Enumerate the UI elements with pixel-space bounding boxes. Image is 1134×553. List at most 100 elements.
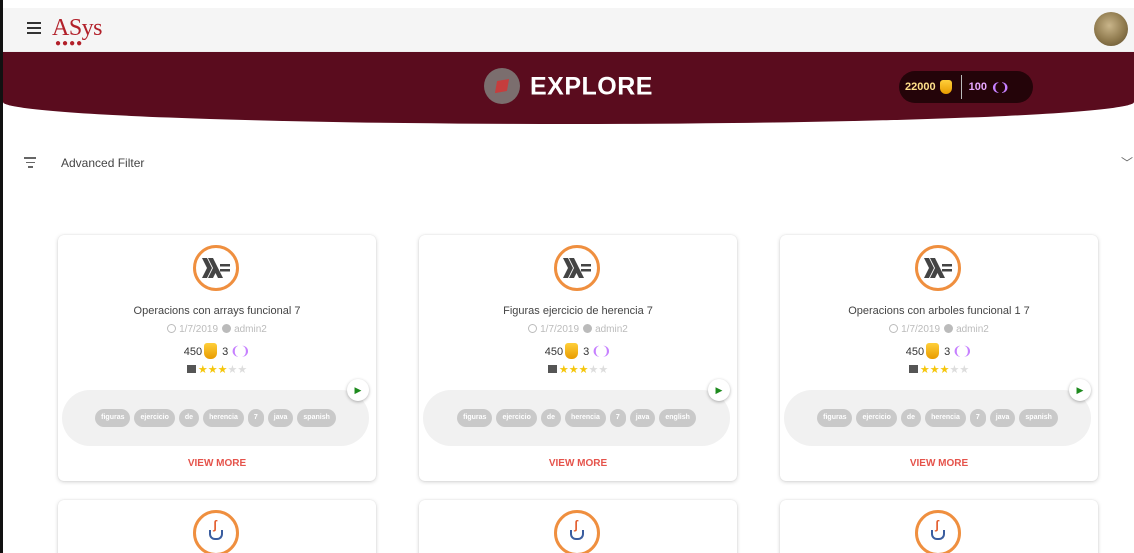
star-empty-icon: ★ bbox=[598, 364, 609, 376]
haskell-icon bbox=[915, 245, 961, 291]
star-icon: ★ bbox=[568, 364, 579, 376]
star-empty-icon: ★ bbox=[237, 364, 248, 376]
coin-icon bbox=[565, 343, 579, 359]
coins-value: 22000 bbox=[905, 81, 936, 93]
exercise-card: ʃ bbox=[58, 500, 376, 553]
wings-icon: ❨❩ bbox=[952, 344, 973, 358]
logo-dots: ●●●● bbox=[55, 38, 84, 49]
clock-icon bbox=[528, 324, 538, 333]
star-empty-icon: ★ bbox=[959, 364, 970, 376]
chevron-down-icon[interactable]: ﹀ bbox=[1121, 154, 1133, 171]
star-empty-icon: ★ bbox=[949, 364, 960, 376]
tag-chip[interactable]: java bbox=[989, 409, 1016, 427]
tags-list: figuras ejercicio de herencia 7 java spa… bbox=[784, 390, 1091, 446]
reward-coins: 450 bbox=[905, 346, 925, 358]
user-icon bbox=[944, 324, 954, 333]
image-icon bbox=[908, 365, 918, 373]
star-icon: ★ bbox=[217, 364, 228, 376]
tag-chip[interactable]: herencia bbox=[565, 409, 606, 427]
exercise-meta: 1/7/2019 admin2 bbox=[58, 324, 376, 335]
star-icon: ★ bbox=[578, 364, 589, 376]
star-icon: ★ bbox=[197, 364, 208, 376]
tag-chip[interactable]: de bbox=[900, 409, 922, 427]
tag-chip[interactable]: java bbox=[629, 409, 656, 427]
clock-icon bbox=[167, 324, 177, 333]
filter-icon[interactable] bbox=[24, 157, 36, 168]
exercise-reward: 450 3 ❨❩ bbox=[780, 343, 1098, 359]
reward-lives: 3 bbox=[222, 346, 229, 358]
tag-chip[interactable]: herencia bbox=[925, 409, 966, 427]
exercise-author: admin2 bbox=[956, 324, 989, 335]
exercise-rating: ★★★★★ bbox=[419, 363, 737, 376]
tag-chip[interactable]: spanish bbox=[297, 409, 336, 427]
exercise-title: Figuras ejercicio de herencia 7 bbox=[503, 305, 653, 317]
exercise-card: Operacions con arrays funcional 7 1/7/20… bbox=[58, 235, 376, 481]
exercise-date: 1/7/2019 bbox=[901, 324, 941, 335]
reward-coins: 450 bbox=[544, 346, 564, 358]
exercise-meta: 1/7/2019 admin2 bbox=[780, 324, 1098, 335]
tags-list: figuras ejercicio de herencia 7 java eng… bbox=[423, 390, 730, 446]
view-more-button[interactable]: VIEW MORE bbox=[419, 458, 737, 469]
lives-counter: 100 ❨❩ bbox=[969, 81, 1010, 94]
exercise-reward: 450 3 ❨❩ bbox=[58, 343, 376, 359]
star-empty-icon: ★ bbox=[227, 364, 238, 376]
exercise-date: 1/7/2019 bbox=[179, 324, 219, 335]
coins-counter: 22000 bbox=[899, 80, 952, 94]
star-icon: ★ bbox=[558, 364, 569, 376]
compass-icon bbox=[484, 68, 520, 104]
user-icon bbox=[583, 324, 593, 333]
tag-chip[interactable]: figuras bbox=[95, 409, 131, 427]
exercise-meta: 1/7/2019 admin2 bbox=[419, 324, 737, 335]
tag-chip[interactable]: herencia bbox=[203, 409, 244, 427]
exercise-card: Operacions con arboles funcional 1 7 1/7… bbox=[780, 235, 1098, 481]
page-header-banner: EXPLORE 22000 100 ❨❩ bbox=[3, 52, 1134, 124]
lives-value: 100 bbox=[968, 81, 987, 93]
exercise-author: admin2 bbox=[595, 324, 628, 335]
clock-icon bbox=[889, 324, 899, 333]
star-icon: ★ bbox=[929, 364, 940, 376]
tag-chip[interactable]: ejercicio bbox=[856, 409, 897, 427]
play-button[interactable]: ▶ bbox=[708, 379, 730, 401]
tags-list: figuras ejercicio de herencia 7 java spa… bbox=[62, 390, 369, 446]
coin-icon bbox=[926, 343, 940, 359]
java-icon: ʃ bbox=[193, 510, 239, 553]
tag-chip[interactable]: 7 bbox=[969, 409, 986, 427]
user-avatar[interactable] bbox=[1094, 12, 1128, 46]
stats-divider bbox=[960, 75, 962, 99]
reward-lives: 3 bbox=[583, 346, 590, 358]
tag-chip[interactable]: de bbox=[178, 409, 200, 427]
image-icon bbox=[186, 365, 196, 373]
play-button[interactable]: ▶ bbox=[1069, 379, 1091, 401]
reward-lives: 3 bbox=[944, 346, 951, 358]
java-icon: ʃ bbox=[915, 510, 961, 553]
view-more-button[interactable]: VIEW MORE bbox=[780, 458, 1098, 469]
advanced-filter-toggle[interactable]: Advanced Filter bbox=[61, 156, 144, 170]
view-more-button[interactable]: VIEW MORE bbox=[58, 458, 376, 469]
tag-chip[interactable]: java bbox=[267, 409, 294, 427]
image-icon bbox=[547, 365, 557, 373]
play-button[interactable]: ▶ bbox=[347, 379, 369, 401]
star-empty-icon: ★ bbox=[588, 364, 599, 376]
exercise-card: ʃ bbox=[419, 500, 737, 553]
tag-chip[interactable]: ejercicio bbox=[496, 409, 537, 427]
tag-chip[interactable]: 7 bbox=[247, 409, 264, 427]
wings-icon: ❨❩ bbox=[990, 81, 1010, 94]
star-icon: ★ bbox=[939, 364, 950, 376]
coin-icon bbox=[204, 343, 218, 359]
tag-chip[interactable]: 7 bbox=[609, 409, 626, 427]
java-icon: ʃ bbox=[554, 510, 600, 553]
page-title-text: EXPLORE bbox=[530, 72, 653, 101]
exercise-rating: ★★★★★ bbox=[780, 363, 1098, 376]
user-stats-badge: 22000 100 ❨❩ bbox=[899, 71, 1033, 103]
exercise-reward: 450 3 ❨❩ bbox=[419, 343, 737, 359]
tag-chip[interactable]: figuras bbox=[457, 409, 493, 427]
tag-chip[interactable]: figuras bbox=[817, 409, 853, 427]
tag-chip[interactable]: de bbox=[540, 409, 562, 427]
hamburger-menu-icon[interactable] bbox=[27, 22, 41, 34]
exercise-card: ʃ bbox=[780, 500, 1098, 553]
coin-icon bbox=[939, 80, 952, 94]
wings-icon: ❨❩ bbox=[591, 344, 612, 358]
tag-chip[interactable]: spanish bbox=[1019, 409, 1058, 427]
tag-chip[interactable]: english bbox=[659, 409, 696, 427]
tag-chip[interactable]: ejercicio bbox=[134, 409, 175, 427]
